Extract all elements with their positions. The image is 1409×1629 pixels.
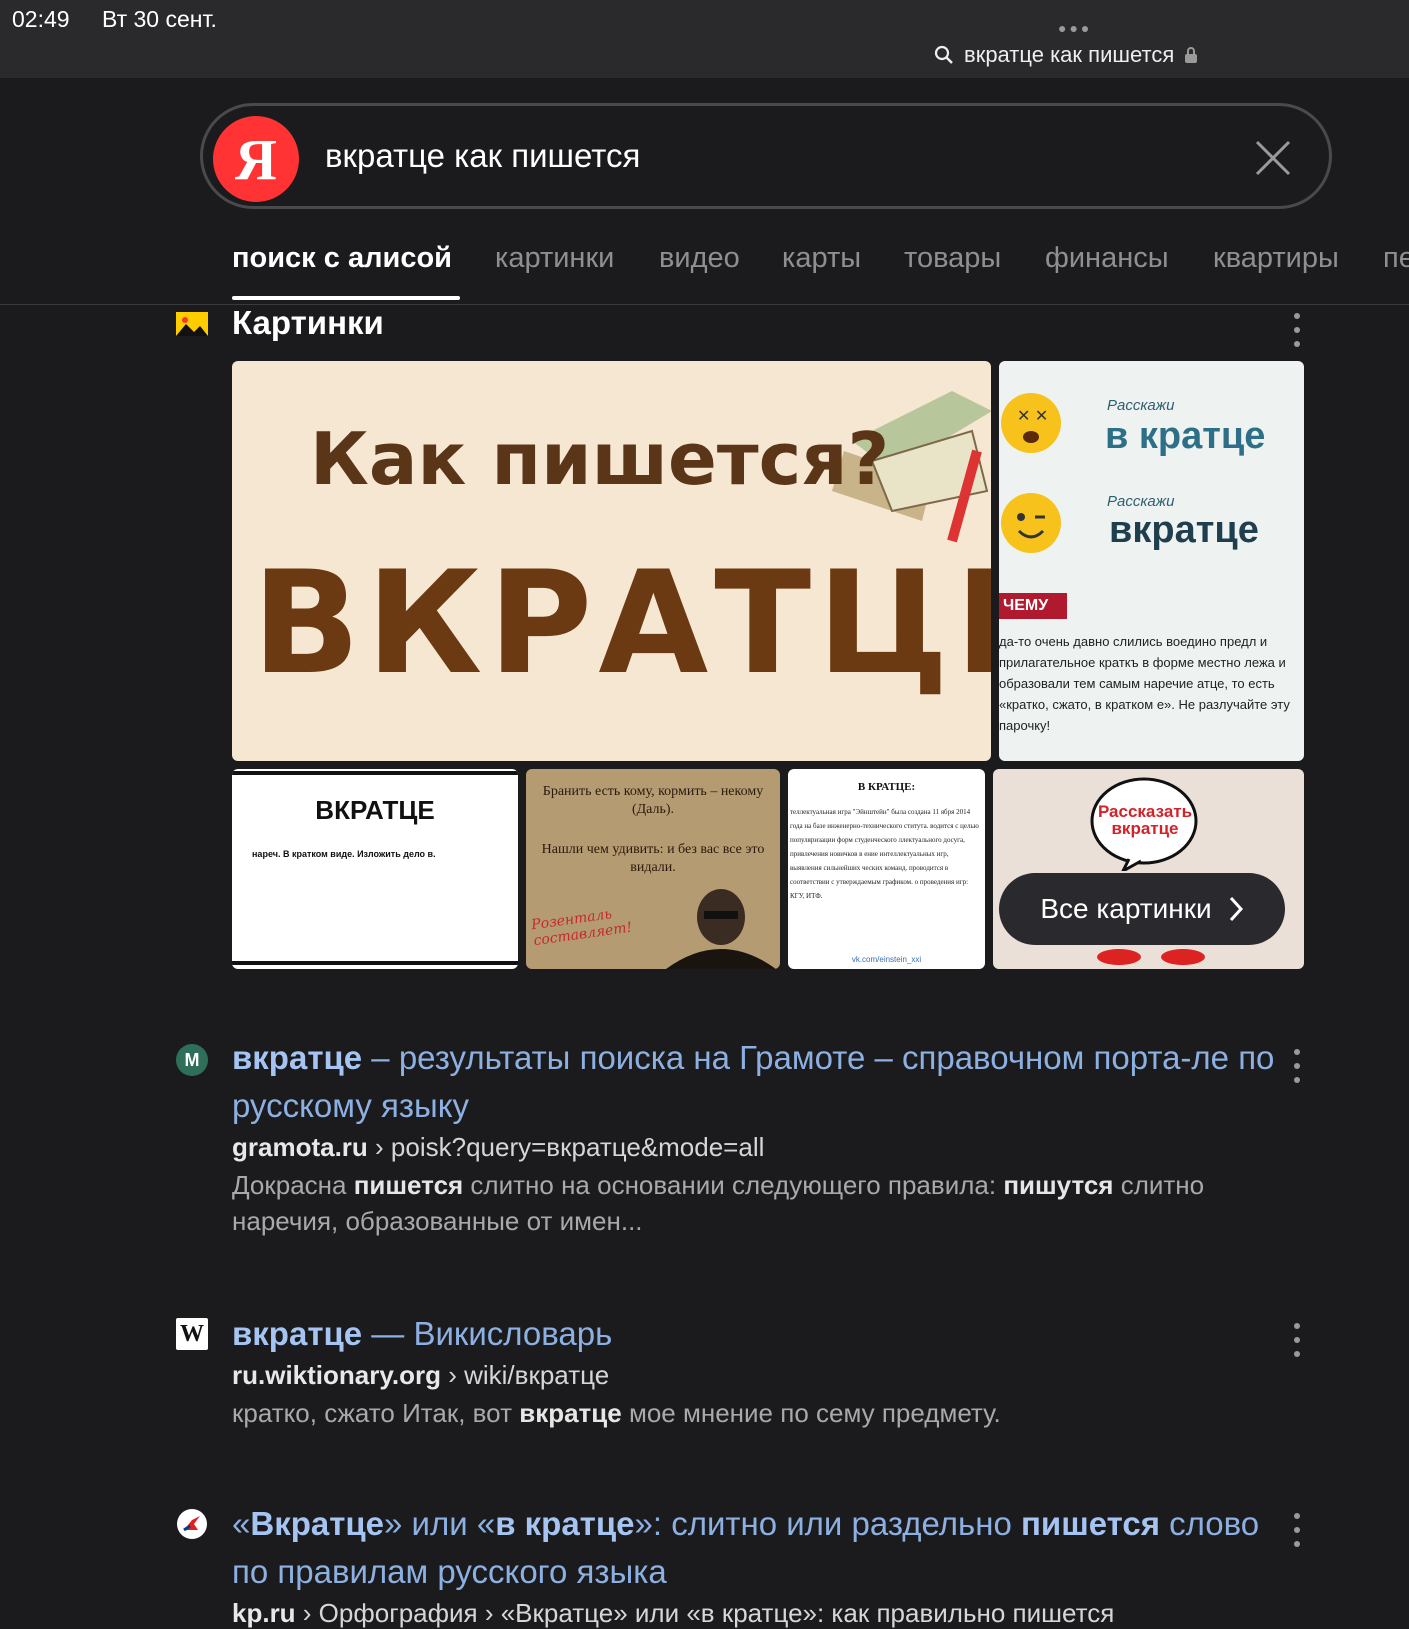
search-result-1: вкратце – результаты поиска на Грамоте –… (232, 1034, 1282, 1239)
search-box[interactable]: Я вкратце как пишется (200, 103, 1332, 209)
search-tabs: поиск с алисой картинки видео карты това… (0, 238, 1409, 305)
tab-finance[interactable]: финансы (1045, 242, 1169, 275)
tab-alice[interactable]: поиск с алисой (232, 242, 452, 275)
image-4-text-1: Бранить есть кому, кормить – некому (Дал… (542, 784, 764, 817)
image-2-small-2: Расскажи (1107, 493, 1175, 510)
image-1-word: ВКРАТЦЕ (252, 541, 991, 706)
tab-apartments[interactable]: квартиры (1213, 242, 1339, 275)
status-time: 02:49 (12, 6, 70, 32)
lock-icon (1185, 47, 1198, 63)
all-images-label: Все картинки (1040, 893, 1212, 924)
all-images-button[interactable]: Все картинки (999, 873, 1285, 945)
status-date: Вт 30 сент. (102, 6, 217, 32)
image-3-bottom-border (232, 961, 518, 965)
tab-maps[interactable]: карты (782, 242, 861, 275)
result-1-snippet: Докрасна пишется слитно на основании сле… (232, 1170, 1205, 1236)
more-dots-icon[interactable]: ●●● (1058, 20, 1092, 36)
result-2-snippet: кратко, сжато Итак, вот вкратце мое мнен… (232, 1398, 1001, 1428)
wikipedia-favicon-icon: W (176, 1318, 208, 1350)
kp-favicon-icon (177, 1509, 207, 1539)
result-2-title[interactable]: вкратце — Викисловарь (232, 1310, 1282, 1358)
tab-images[interactable]: картинки (495, 242, 614, 275)
image-2-tag: ЧЕМУ (999, 593, 1067, 619)
image-4-script: Розенталь составляет! (530, 906, 634, 950)
result-1-menu-icon[interactable] (1292, 1049, 1302, 1083)
yandex-logo[interactable]: Я (213, 116, 299, 202)
address-text: вкратце как пишется (964, 42, 1175, 67)
result-3-url[interactable]: kp.ru › Орфография › «Вкратце» или «в кр… (232, 1598, 1282, 1629)
search-result-2: вкратце — Викисловарь ru.wiktionary.org … (232, 1310, 1282, 1431)
search-icon (934, 45, 953, 64)
result-3-menu-icon[interactable] (1292, 1513, 1302, 1547)
result-1-url[interactable]: gramota.ru › poisk?query=вкратце&mode=al… (232, 1132, 1282, 1163)
image-thumbnail-4[interactable]: Бранить есть кому, кормить – некому (Дал… (526, 769, 780, 969)
address-bar[interactable]: вкратце как пишется (934, 42, 1198, 68)
image-6-bubble-text: Рассказать вкратце (1097, 802, 1193, 838)
result-1-title[interactable]: вкратце – результаты поиска на Грамоте –… (232, 1034, 1282, 1130)
svg-text:✕ ✕: ✕ ✕ (1017, 408, 1048, 425)
image-2-big-2: вкратце (1109, 509, 1259, 551)
image-thumbnail-2[interactable]: ✕ ✕ Расскажи в кратце Расскажи вкратце Ч… (999, 361, 1304, 761)
tab-more[interactable]: пе (1383, 242, 1409, 275)
portrait-photo (666, 889, 776, 969)
active-tab-indicator (232, 296, 460, 300)
dizzy-emoji-icon: ✕ ✕ (1001, 393, 1061, 453)
image-3-text: нареч. В кратком виде. Изложить дело в. (252, 849, 436, 859)
image-thumbnail-1[interactable]: Как пишется? ВКРАТЦЕ (232, 361, 991, 761)
tab-products[interactable]: товары (904, 242, 1001, 275)
chevron-right-icon (1229, 896, 1243, 922)
status-bar: 02:49 Вт 30 сент. ●●● вкратце как пишетс… (0, 0, 1409, 78)
image-1-question: Как пишется? (310, 417, 890, 501)
clear-icon[interactable] (1253, 138, 1293, 178)
image-2-text: да-то очень давно слились воедино предл … (999, 634, 1290, 733)
images-section-icon (176, 312, 208, 336)
image-2-small-1: Расскажи (1107, 397, 1175, 414)
search-result-3: «Вкратце» или «в кратце»: слитно или раз… (232, 1500, 1282, 1629)
image-3-top-border (232, 771, 518, 775)
image-2-big-1: в кратце (1105, 415, 1266, 457)
images-section-title: Картинки (232, 304, 384, 341)
image-5-title: В КРАТЦЕ: (857, 781, 916, 793)
images-menu-icon[interactable] (1292, 313, 1302, 347)
image-thumbnail-6[interactable]: Рассказать вкратце Все картинки (993, 769, 1304, 969)
wink-emoji-icon (1001, 493, 1061, 553)
image-3-title: ВКРАТЦЕ (315, 795, 435, 825)
image-thumbnail-5[interactable]: В КРАТЦЕ: теллектуальная игра "Эйнштейн"… (788, 769, 985, 969)
image-5-footer: vk.com/einstein_xxi (851, 955, 922, 964)
result-2-url[interactable]: ru.wiktionary.org › wiki/вкратце (232, 1360, 1282, 1391)
result-2-menu-icon[interactable] (1292, 1323, 1302, 1357)
image-4-text-2: Нашли чем удивить: и без вас все это вид… (541, 842, 765, 875)
gramota-favicon-icon: M (176, 1044, 208, 1076)
result-3-title[interactable]: «Вкратце» или «в кратце»: слитно или раз… (232, 1500, 1282, 1596)
tab-video[interactable]: видео (659, 242, 740, 275)
image-thumbnail-3[interactable]: ВКРАТЦЕ нареч. В кратком виде. Изложить … (232, 769, 518, 969)
image-5-text: теллектуальная игра "Эйнштейн" была созд… (790, 808, 979, 900)
search-input[interactable]: вкратце как пишется (325, 137, 640, 175)
